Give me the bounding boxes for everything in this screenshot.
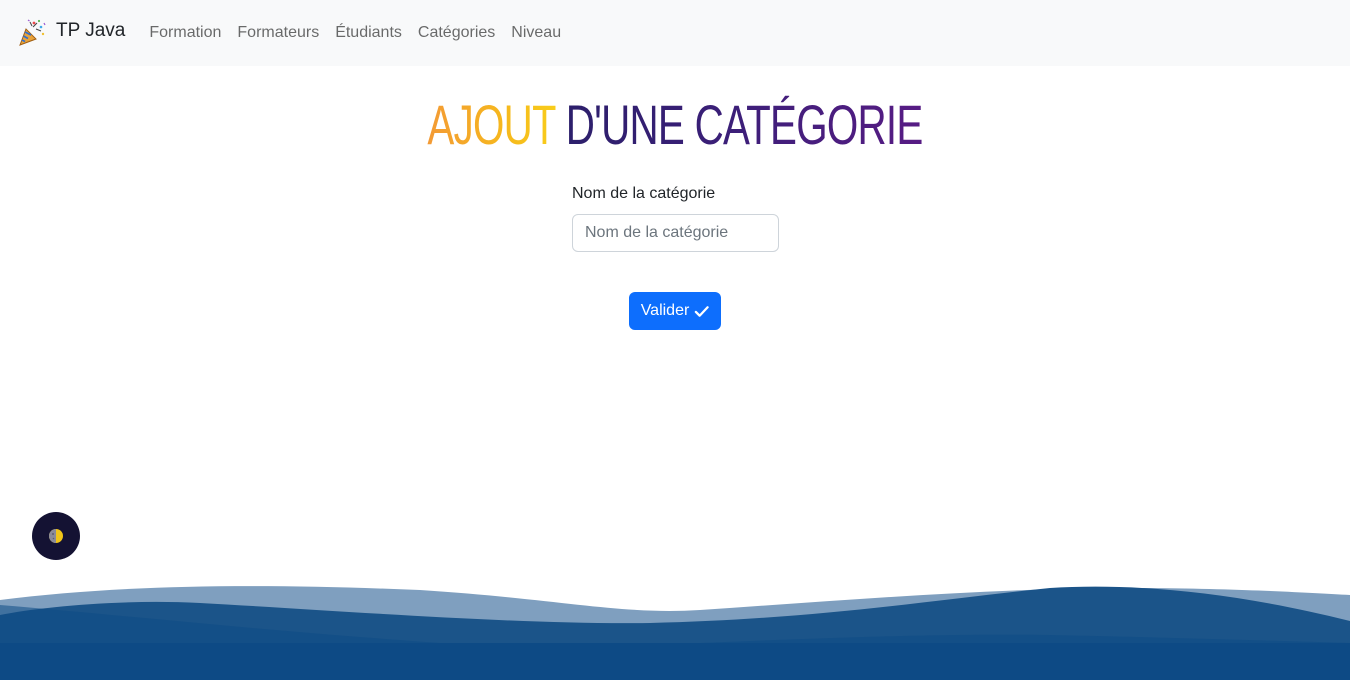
nav-links: Formation Formateurs Étudiants Catégorie… — [141, 0, 569, 66]
theme-toggle-button[interactable] — [32, 512, 80, 560]
submit-button-label: Valider — [640, 302, 690, 319]
category-name-input[interactable] — [572, 214, 779, 252]
navbar: TP Java Formation Formateurs Étudiants C… — [0, 0, 1350, 66]
page-title: AJOUT D'UNE CATÉGORIE — [189, 92, 1161, 157]
brand-link[interactable]: TP Java — [17, 18, 125, 48]
nav-link-etudiants[interactable]: Étudiants — [327, 0, 410, 66]
half-moon-icon — [49, 529, 63, 543]
party-popper-icon — [19, 19, 46, 46]
submit-button[interactable]: Valider — [629, 292, 721, 330]
page-title-part1: AJOUT — [427, 93, 556, 156]
brand-title: TP Java — [56, 20, 126, 41]
footer-waves — [0, 586, 1350, 680]
page-title-part2: D'UNE CATÉGORIE — [565, 93, 924, 156]
category-name-label: Nom de la catégorie — [572, 185, 716, 202]
nav-link-formateurs[interactable]: Formateurs — [229, 0, 327, 66]
nav-link-categories[interactable]: Catégories — [410, 0, 503, 66]
checkmark-icon — [695, 305, 710, 317]
nav-link-niveau[interactable]: Niveau — [503, 0, 569, 66]
nav-link-formation[interactable]: Formation — [141, 0, 229, 66]
